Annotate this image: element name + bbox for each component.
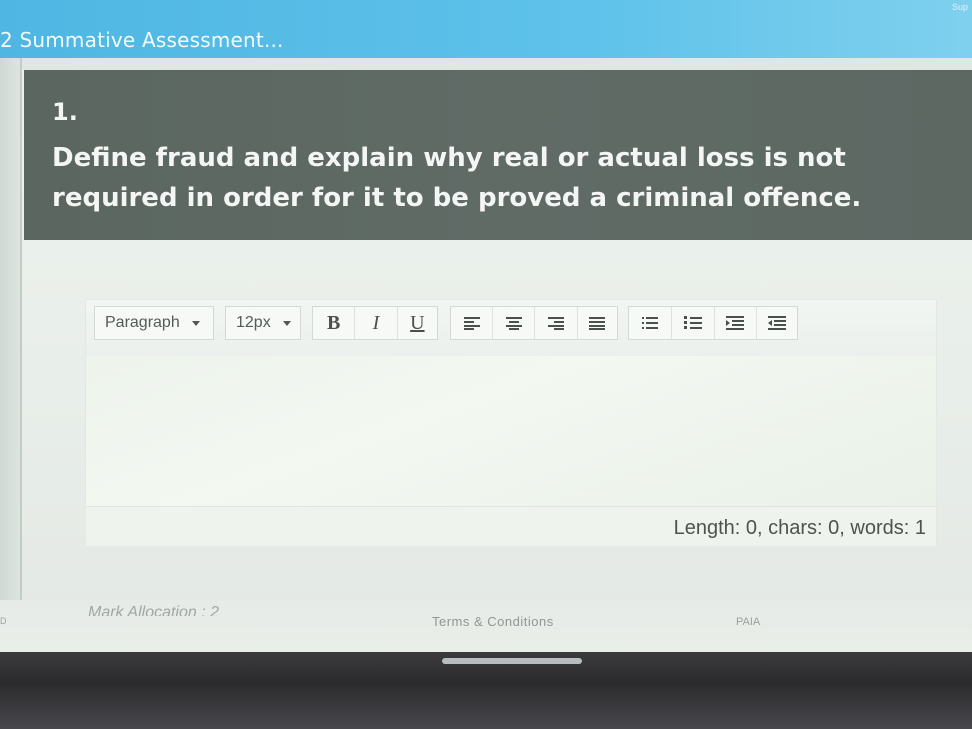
align-left-button[interactable]	[451, 307, 494, 339]
align-justify-button[interactable]	[578, 307, 617, 339]
answer-textarea[interactable]	[86, 356, 936, 506]
bullet-list-icon	[641, 317, 658, 329]
align-right-button[interactable]	[535, 307, 578, 339]
list-group	[628, 306, 798, 340]
numbered-list-button[interactable]	[672, 307, 715, 339]
question-panel: 1. Define fraud and explain why real or …	[24, 70, 972, 240]
terms-link[interactable]: Terms & Conditions	[432, 614, 554, 629]
bullet-list-button[interactable]	[629, 307, 672, 339]
mark-allocation: Mark Allocation : 2	[88, 604, 220, 616]
align-center-icon	[505, 317, 522, 330]
edge-label: D	[0, 616, 7, 626]
text-format-group: B I U	[312, 306, 438, 340]
align-left-icon	[463, 317, 480, 330]
paia-link[interactable]: PAIA	[736, 616, 760, 628]
chevron-down-icon	[191, 320, 200, 326]
length-counter: Length: 0, chars: 0, words: 1	[673, 517, 926, 539]
underline-button[interactable]: U	[398, 307, 437, 339]
alignment-group	[450, 306, 618, 340]
outdent-button[interactable]	[757, 307, 797, 339]
question-number: 1.	[52, 98, 78, 126]
align-right-icon	[548, 317, 565, 330]
align-justify-icon	[589, 317, 606, 330]
rich-text-editor: Paragraph 12px B I U Length: 0, chars: 0…	[86, 300, 936, 546]
top-bar: 2 Summative Assessment... Sup	[0, 0, 972, 58]
font-size-select[interactable]: 12px	[225, 306, 301, 340]
editor-toolbar: Paragraph 12px B I U	[86, 300, 936, 357]
editor-statusbar: Length: 0, chars: 0, words: 1	[86, 506, 936, 546]
block-format-value: Paragraph	[105, 314, 180, 331]
indent-icon	[726, 316, 745, 330]
indent-button[interactable]	[715, 307, 758, 339]
chevron-down-icon	[282, 320, 291, 326]
outdent-icon	[768, 316, 787, 330]
question-text: Define fraud and explain why real or act…	[52, 143, 862, 213]
block-format-select[interactable]: Paragraph	[94, 306, 214, 340]
font-size-value: 12px	[236, 314, 271, 331]
home-indicator[interactable]	[442, 658, 582, 664]
corner-label[interactable]: Sup	[952, 2, 968, 12]
page-footer: D Mark Allocation : 2 Terms & Conditions…	[0, 600, 972, 652]
header-divider	[0, 58, 972, 70]
align-center-button[interactable]	[493, 307, 536, 339]
screen: 2 Summative Assessment... Sup 1. Define …	[0, 0, 972, 652]
bold-button[interactable]: B	[313, 307, 356, 339]
page-title[interactable]: 2 Summative Assessment...	[0, 28, 284, 52]
italic-button[interactable]: I	[355, 307, 398, 339]
left-rail	[0, 58, 22, 618]
numbered-list-icon	[683, 316, 702, 329]
